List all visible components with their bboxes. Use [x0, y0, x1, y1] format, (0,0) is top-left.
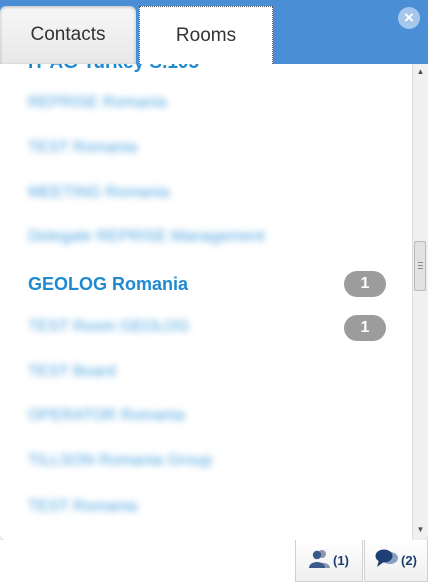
- room-list: IT AG Turkey S.105 REPRISE Romania TEST …: [0, 64, 412, 540]
- users-icon: [309, 549, 331, 572]
- room-item[interactable]: TEST Romania: [28, 139, 137, 157]
- contacts-count: (1): [333, 553, 349, 568]
- rooms-panel: Contacts Rooms × IT AG Turkey S.105 REPR…: [0, 0, 428, 540]
- room-item[interactable]: TEST Board: [28, 363, 116, 381]
- room-item[interactable]: Delegate REPRISE Management: [28, 228, 265, 246]
- unread-badge: 1: [344, 315, 386, 341]
- room-item[interactable]: MEETING Romania: [28, 184, 169, 202]
- room-item[interactable]: TILLSON Romania Group: [28, 452, 212, 470]
- chat-bubbles-icon: [375, 549, 399, 572]
- grip-line: [418, 265, 423, 266]
- rooms-toggle-button[interactable]: (2): [364, 540, 428, 582]
- scroll-down-icon[interactable]: ▼: [413, 522, 428, 538]
- grip-line: [418, 268, 423, 269]
- room-item[interactable]: IT AG Turkey S.105: [28, 64, 199, 74]
- grip-line: [418, 262, 423, 263]
- rooms-count: (2): [401, 553, 417, 568]
- room-item[interactable]: TEST Room GEOLOG: [28, 318, 190, 336]
- tab-contacts[interactable]: Contacts: [0, 6, 136, 64]
- room-item[interactable]: REPRISE Romania: [28, 94, 167, 112]
- scroll-up-icon[interactable]: ▲: [413, 64, 428, 80]
- close-icon[interactable]: ×: [398, 7, 420, 29]
- contacts-toggle-button[interactable]: (1): [295, 540, 363, 582]
- room-item[interactable]: OPERATOR Romania: [28, 407, 185, 425]
- bottom-bar: (1) (2): [0, 540, 428, 582]
- panel-header: Contacts Rooms ×: [0, 0, 428, 64]
- room-item[interactable]: TEST Romania: [28, 498, 137, 516]
- list-scrollbar[interactable]: ▲ ▼: [412, 64, 428, 540]
- tab-rooms[interactable]: Rooms: [139, 6, 273, 64]
- room-item-geolog-romania[interactable]: GEOLOG Romania: [28, 274, 188, 295]
- unread-badge: 1: [344, 271, 386, 297]
- scroll-thumb[interactable]: [414, 241, 426, 291]
